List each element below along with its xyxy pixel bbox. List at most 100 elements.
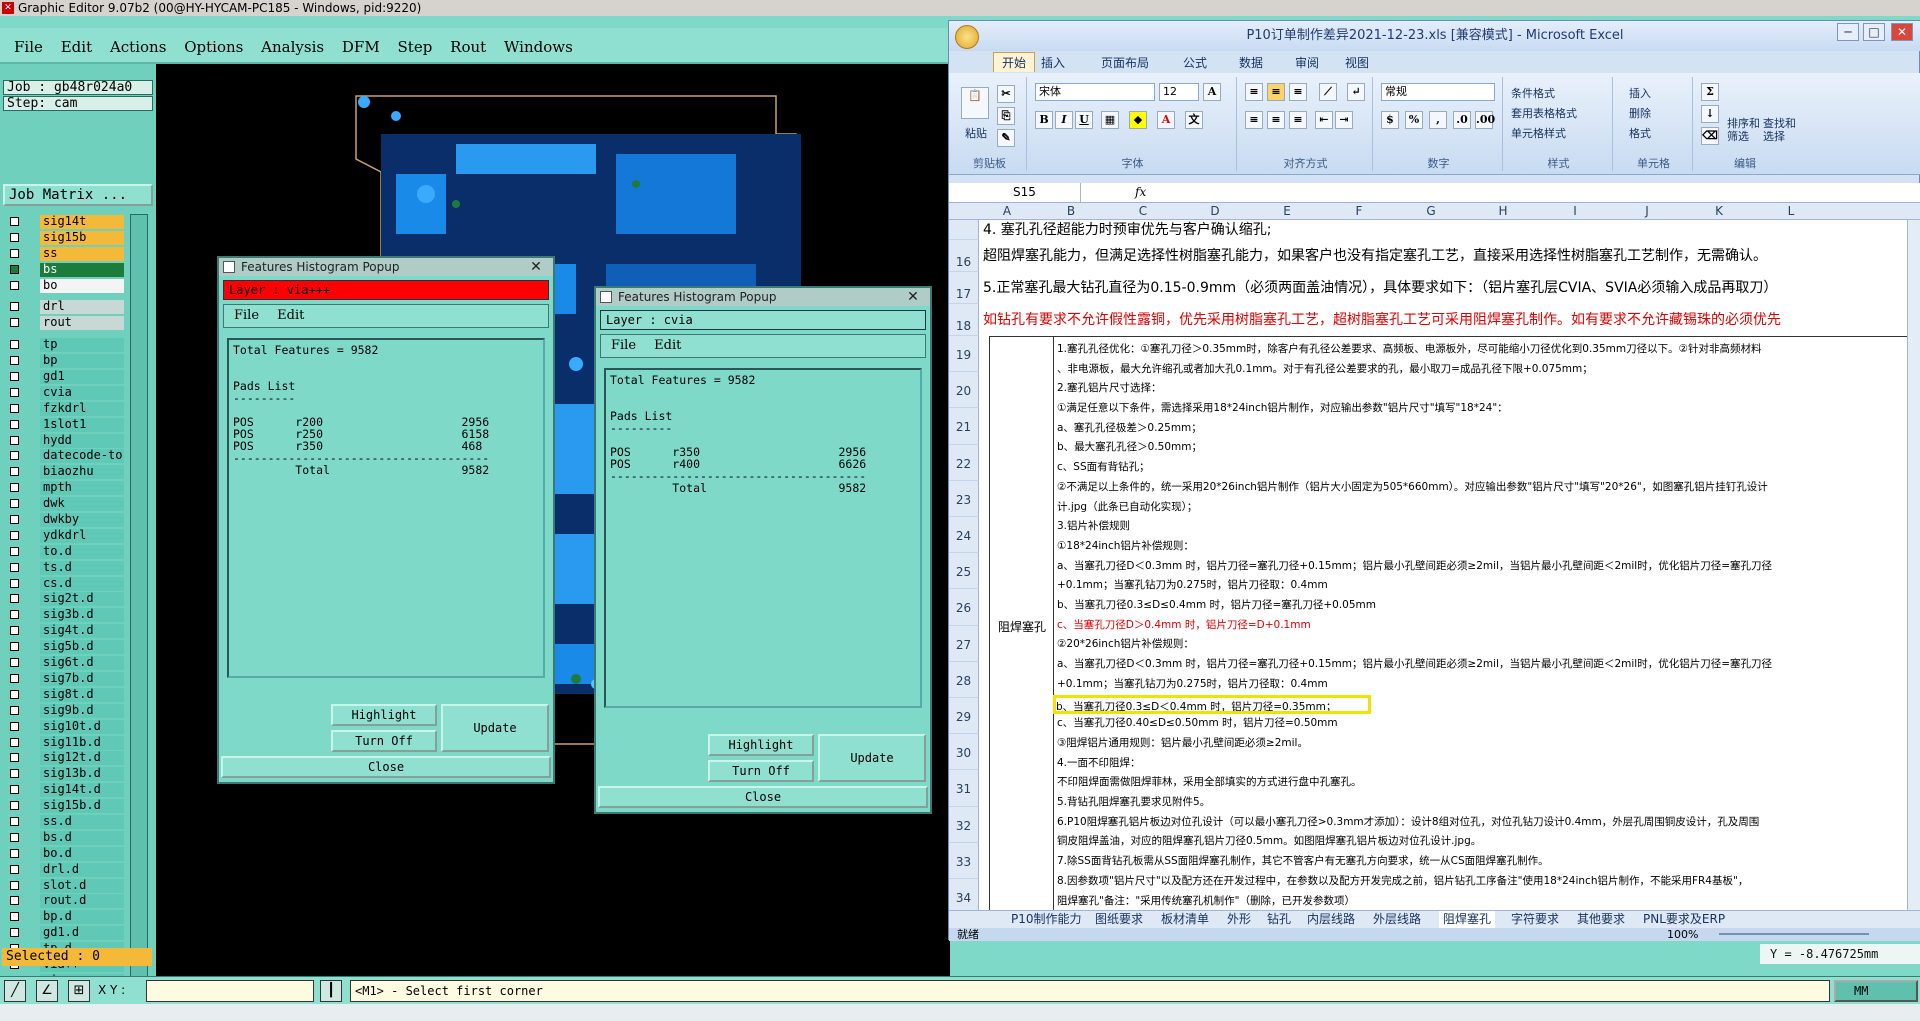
row-number[interactable]: 20 — [949, 372, 979, 409]
layer-checkbox[interactable] — [10, 530, 19, 540]
paste-label[interactable]: 粘贴 — [965, 125, 987, 141]
layer-checkbox[interactable] — [10, 753, 19, 763]
detail-line[interactable]: ②不满足以上条件的，统一采用20*26inch铝片制作（铝片大小固定为505*6… — [1057, 478, 1917, 498]
highlight-button[interactable]: Highlight — [331, 704, 437, 726]
layer-checkbox[interactable] — [10, 912, 19, 922]
layer-row[interactable]: sig10t.d — [4, 719, 124, 735]
layer-checkbox[interactable] — [10, 801, 19, 811]
sheet-tab[interactable]: 钻孔 — [1267, 911, 1291, 928]
delete-cells-button[interactable]: 删除 — [1629, 105, 1651, 121]
layer-checkbox[interactable] — [10, 435, 19, 445]
detail-line[interactable]: 不印阻焊面需做阻焊菲林，采用全部填实的方式进行盘中孔塞孔。 — [1057, 773, 1917, 793]
layer-row[interactable]: tp — [4, 337, 124, 353]
layer-row[interactable]: rout.d — [4, 893, 124, 909]
close-icon[interactable]: ✕ — [1891, 23, 1913, 41]
sheet-tab[interactable]: 阻焊塞孔 — [1439, 911, 1496, 928]
layer-checkbox[interactable] — [10, 594, 19, 604]
layer-checkbox[interactable] — [10, 340, 19, 350]
row-number[interactable]: 18 — [949, 304, 979, 336]
layer-checkbox[interactable] — [10, 626, 19, 636]
bold-icon[interactable]: B — [1035, 111, 1053, 129]
layer-row[interactable]: datecode-to — [4, 448, 124, 464]
layer-checkbox[interactable] — [10, 848, 19, 858]
column-header[interactable]: F — [1323, 203, 1395, 220]
layer-checkbox[interactable] — [10, 232, 19, 242]
layer-checkbox[interactable] — [10, 248, 19, 258]
row-number[interactable]: 33 — [949, 842, 979, 879]
layer-name[interactable]: bo — [40, 278, 124, 293]
copy-icon[interactable]: ⎘ — [997, 107, 1015, 125]
layer-checkbox[interactable] — [10, 610, 19, 620]
layer-name[interactable]: datecode-to — [40, 449, 124, 464]
sheet-tab[interactable]: PNL要求及ERP — [1643, 911, 1725, 928]
column-header[interactable]: C — [1107, 203, 1179, 220]
highlight-button[interactable]: Highlight — [708, 734, 814, 756]
layer-row[interactable]: 1slot1 — [4, 417, 124, 433]
layer-name[interactable]: sig3b.d — [40, 608, 124, 623]
sheet-tab[interactable]: 字符要求 — [1511, 911, 1559, 928]
layer-name[interactable]: sig6t.d — [40, 656, 124, 671]
layer-name[interactable]: 1slot1 — [40, 417, 124, 432]
row-number[interactable] — [949, 220, 979, 240]
detail-line[interactable]: a、当塞孔刀径D＜0.3mm 时，铝片刀径=塞孔刀径+0.15mm；铝片最小孔壁… — [1057, 557, 1917, 577]
row-number[interactable]: 30 — [949, 734, 979, 771]
layer-checkbox[interactable] — [10, 318, 19, 328]
layer-name[interactable]: gd1.d — [40, 926, 124, 941]
column-header[interactable]: L — [1755, 203, 1827, 220]
sheet-tab[interactable]: P10制作能力 — [1011, 911, 1082, 928]
layer-row[interactable]: drl — [4, 299, 124, 315]
layer-row[interactable]: ss — [4, 246, 124, 262]
popup-menu-file[interactable]: File — [234, 308, 259, 323]
layer-name[interactable]: to.d — [40, 544, 124, 559]
layer-row[interactable]: sig14t — [4, 214, 124, 230]
layer-checkbox[interactable] — [10, 217, 19, 226]
layer-row[interactable]: sig13b.d — [4, 766, 124, 782]
units-selector[interactable]: MM — [1834, 980, 1918, 1002]
sheet-tab[interactable]: 其他要求 — [1577, 911, 1625, 928]
layer-checkbox[interactable] — [10, 896, 19, 906]
close-button[interactable]: Close — [221, 756, 551, 778]
layer-name[interactable]: sig5b.d — [40, 640, 124, 655]
job-matrix-button[interactable]: Job Matrix ... — [3, 184, 153, 206]
layer-checkbox[interactable] — [10, 864, 19, 874]
turn-off-button[interactable]: Turn Off — [708, 760, 814, 782]
turn-off-button[interactable]: Turn Off — [331, 730, 437, 752]
fill-icon[interactable]: ↓ — [1701, 105, 1719, 123]
sheet-tab[interactable]: 图纸要求 — [1095, 911, 1143, 928]
sheet-tab[interactable]: 内层线路 — [1307, 911, 1355, 928]
layer-name[interactable]: gd1 — [40, 370, 124, 385]
layer-name[interactable]: sig2t.d — [40, 592, 124, 607]
layer-name[interactable]: sig15b — [40, 230, 124, 245]
row-number[interactable]: 16 — [949, 240, 979, 272]
layer-name[interactable]: sig9b.d — [40, 703, 124, 718]
column-header[interactable]: H — [1467, 203, 1539, 220]
menu-rout[interactable]: Rout — [450, 38, 486, 56]
layer-row[interactable]: rout — [4, 315, 124, 331]
border-icon[interactable]: ▦ — [1101, 111, 1119, 129]
layer-row[interactable]: sig14t.d — [4, 782, 124, 798]
conditional-format-button[interactable]: 条件格式 — [1511, 85, 1555, 101]
layer-checkbox[interactable] — [10, 356, 19, 366]
sheet-tab[interactable]: 板材清单 — [1161, 911, 1209, 928]
layer-checkbox[interactable] — [10, 832, 19, 842]
detail-line[interactable]: 计.jpg（此条已自动化实现）； — [1057, 498, 1917, 518]
cut-icon[interactable]: ✂ — [997, 85, 1015, 103]
update-button[interactable]: Update — [441, 704, 549, 752]
detail-line[interactable]: 2.塞孔铝片尺寸选择： — [1057, 379, 1917, 399]
ribbon-tab[interactable]: 公式 — [1183, 54, 1207, 71]
row-number[interactable]: 27 — [949, 625, 979, 662]
detail-line[interactable]: 4.一面不印阻焊： — [1057, 754, 1917, 774]
clear-icon[interactable]: ⌫ — [1701, 127, 1719, 145]
layer-checkbox[interactable] — [10, 515, 19, 525]
ribbon-tab[interactable]: 数据 — [1239, 54, 1263, 71]
layer-name[interactable]: hydd — [40, 433, 124, 448]
row-number[interactable]: 28 — [949, 661, 979, 698]
layer-checkbox[interactable] — [10, 302, 19, 312]
detail-line[interactable]: ②20*26inch铝片补偿规则： — [1057, 635, 1917, 655]
layer-row[interactable]: drl.d — [4, 862, 124, 878]
detail-line[interactable]: ①18*24inch铝片补偿规则： — [1057, 537, 1917, 557]
layer-row[interactable]: sig2t.d — [4, 591, 124, 607]
layer-name[interactable]: bs — [40, 262, 124, 277]
wrap-text-icon[interactable]: ↵ — [1347, 83, 1365, 101]
close-icon[interactable]: ✕ — [527, 258, 545, 276]
